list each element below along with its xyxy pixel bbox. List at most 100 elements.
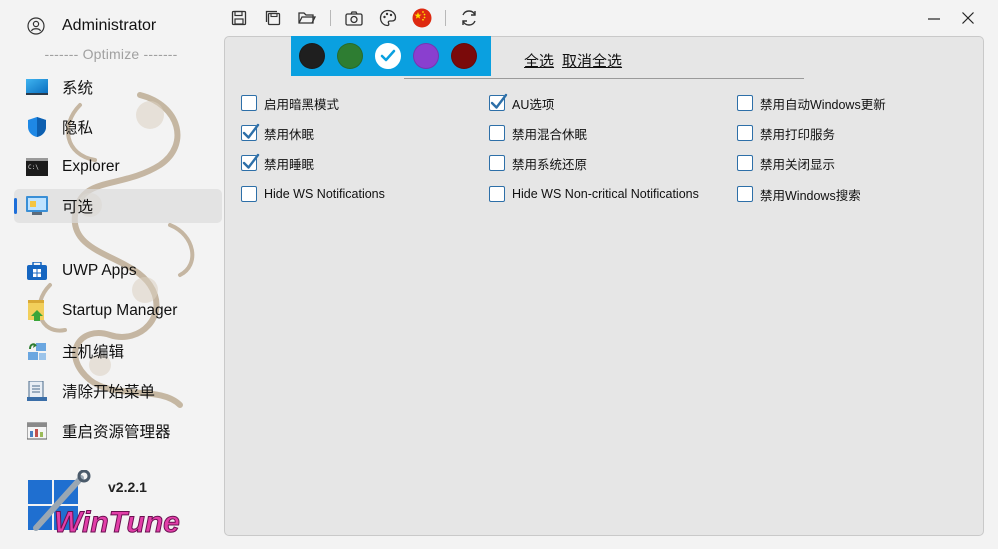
option-label: Hide WS Non-critical Notifications <box>512 187 699 201</box>
option-label: AU选项 <box>512 97 555 112</box>
option-checkbox[interactable]: AU选项 <box>489 93 554 113</box>
svg-text:C:\: C:\ <box>28 164 39 171</box>
option-label: 启用暗黑模式 <box>264 97 340 112</box>
color-swatch-purple[interactable] <box>413 43 439 69</box>
open-folder-icon[interactable] <box>296 7 318 29</box>
toolbar-divider <box>445 10 446 26</box>
sidebar-item-hosts-edit[interactable]: 主机编辑 <box>14 334 222 368</box>
logo-text: WinTune <box>54 506 180 538</box>
option-label: 禁用自动Windows更新 <box>760 97 886 112</box>
checkbox-unchecked[interactable] <box>489 125 505 141</box>
checkbox-checked[interactable] <box>241 153 260 171</box>
option-checkbox[interactable]: 禁用混合休眠 <box>489 123 587 143</box>
sidebar-item-restart-explorer[interactable]: 重启资源管理器 <box>14 414 222 448</box>
checkbox-unchecked[interactable] <box>737 95 753 111</box>
checkbox-unchecked[interactable] <box>737 155 753 171</box>
hosts-edit-icon <box>26 341 48 361</box>
sidebar-item-label: Startup Manager <box>62 302 178 319</box>
checkbox-unchecked[interactable] <box>489 186 505 202</box>
sidebar-item-explorer[interactable]: C:\ Explorer <box>14 150 222 184</box>
option-label: 禁用系统还原 <box>512 157 588 172</box>
toolbar-divider <box>330 10 331 26</box>
theme-color-picker <box>291 36 491 76</box>
color-swatch-green[interactable] <box>337 43 363 69</box>
china-flag-icon[interactable] <box>411 7 433 29</box>
option-checkbox[interactable]: 禁用自动Windows更新 <box>737 93 886 113</box>
sidebar-item-label: 清除开始菜单 <box>62 384 156 401</box>
restart-explorer-icon <box>26 421 48 441</box>
checkmark-icon <box>490 93 508 109</box>
minimize-icon[interactable] <box>924 8 944 28</box>
option-checkbox[interactable]: 禁用系统还原 <box>489 153 587 173</box>
toolbar <box>228 6 492 30</box>
save-icon[interactable] <box>228 7 250 29</box>
option-label: 禁用打印服务 <box>760 127 836 142</box>
option-checkbox[interactable]: 禁用打印服务 <box>737 123 835 143</box>
windows-apps-icon <box>26 261 48 281</box>
refresh-icon[interactable] <box>458 7 480 29</box>
sidebar: Administrator ------- Optimize ------- 系… <box>0 0 222 549</box>
sidebar-item-uwp-apps[interactable]: UWP Apps <box>14 254 222 288</box>
shield-icon <box>26 117 48 137</box>
checkbox-unchecked[interactable] <box>489 155 505 171</box>
user-account[interactable]: Administrator <box>26 14 156 38</box>
option-label: Hide WS Notifications <box>264 187 385 201</box>
color-swatch-dark-red[interactable] <box>451 43 477 69</box>
sidebar-item-label: 可选 <box>62 199 94 216</box>
user-icon <box>26 16 46 36</box>
monitor-icon <box>26 77 48 97</box>
select-all-link[interactable]: 全选 <box>524 50 554 71</box>
checkbox-checked[interactable] <box>241 123 260 141</box>
sidebar-item-label: Explorer <box>62 158 120 175</box>
option-label: 禁用睡眠 <box>264 157 315 172</box>
checkbox-unchecked[interactable] <box>737 125 753 141</box>
main-panel: 全选 取消全选 启用暗黑模式 禁用休眠禁用睡眠 Hide WS Notificati… <box>224 36 984 536</box>
sidebar-item-privacy[interactable]: 隐私 <box>14 110 222 144</box>
save-all-icon[interactable] <box>262 7 284 29</box>
option-label: 禁用关闭显示 <box>760 157 836 172</box>
divider <box>404 78 804 79</box>
color-swatch-black[interactable] <box>299 43 325 69</box>
option-label: 禁用休眠 <box>264 127 315 142</box>
checkbox-checked[interactable] <box>489 93 508 111</box>
camera-icon[interactable] <box>343 7 365 29</box>
sidebar-item-optional[interactable]: 可选 <box>14 189 222 223</box>
user-name: Administrator <box>62 17 157 34</box>
option-checkbox[interactable]: 启用暗黑模式 <box>241 93 339 113</box>
palette-icon[interactable] <box>377 7 399 29</box>
clear-start-menu-icon <box>26 381 48 401</box>
checkbox-unchecked[interactable] <box>241 95 257 111</box>
sidebar-item-label: 隐私 <box>62 120 94 137</box>
active-indicator <box>14 198 17 214</box>
option-checkbox[interactable]: Hide WS Non-critical Notifications <box>489 184 699 204</box>
checkbox-unchecked[interactable] <box>241 186 257 202</box>
option-checkbox[interactable]: 禁用睡眠 <box>241 153 314 173</box>
check-icon <box>380 49 396 62</box>
sidebar-item-label: 系统 <box>62 80 94 97</box>
checkmark-icon <box>242 123 260 139</box>
sidebar-item-label: UWP Apps <box>62 262 137 279</box>
optional-icon <box>26 196 48 216</box>
checkbox-unchecked[interactable] <box>737 186 753 202</box>
selection-links: 全选 取消全选 <box>524 50 630 71</box>
option-checkbox[interactable]: 禁用Windows搜索 <box>737 184 861 204</box>
terminal-icon: C:\ <box>26 157 48 177</box>
option-checkbox[interactable]: Hide WS Notifications <box>241 184 385 204</box>
color-swatch-white[interactable] <box>375 43 401 69</box>
sidebar-item-label: 主机编辑 <box>62 344 125 361</box>
startup-folder-icon <box>26 300 48 321</box>
close-icon[interactable] <box>958 8 978 28</box>
wintune-logo: WinTune <box>28 470 180 538</box>
deselect-all-link[interactable]: 取消全选 <box>562 50 622 71</box>
sidebar-group-title: ------- Optimize ------- <box>44 46 178 62</box>
version-label: v2.2.1 <box>108 479 147 495</box>
option-label: 禁用Windows搜索 <box>760 188 861 203</box>
option-label: 禁用混合休眠 <box>512 127 588 142</box>
option-checkbox[interactable]: 禁用关闭显示 <box>737 153 835 173</box>
sidebar-item-startup-manager[interactable]: Startup Manager <box>14 294 222 328</box>
sidebar-item-system[interactable]: 系统 <box>14 70 222 104</box>
option-checkbox[interactable]: 禁用休眠 <box>241 123 314 143</box>
checkmark-icon <box>242 153 260 169</box>
sidebar-item-clear-start-menu[interactable]: 清除开始菜单 <box>14 374 222 408</box>
sidebar-item-label: 重启资源管理器 <box>62 424 171 441</box>
